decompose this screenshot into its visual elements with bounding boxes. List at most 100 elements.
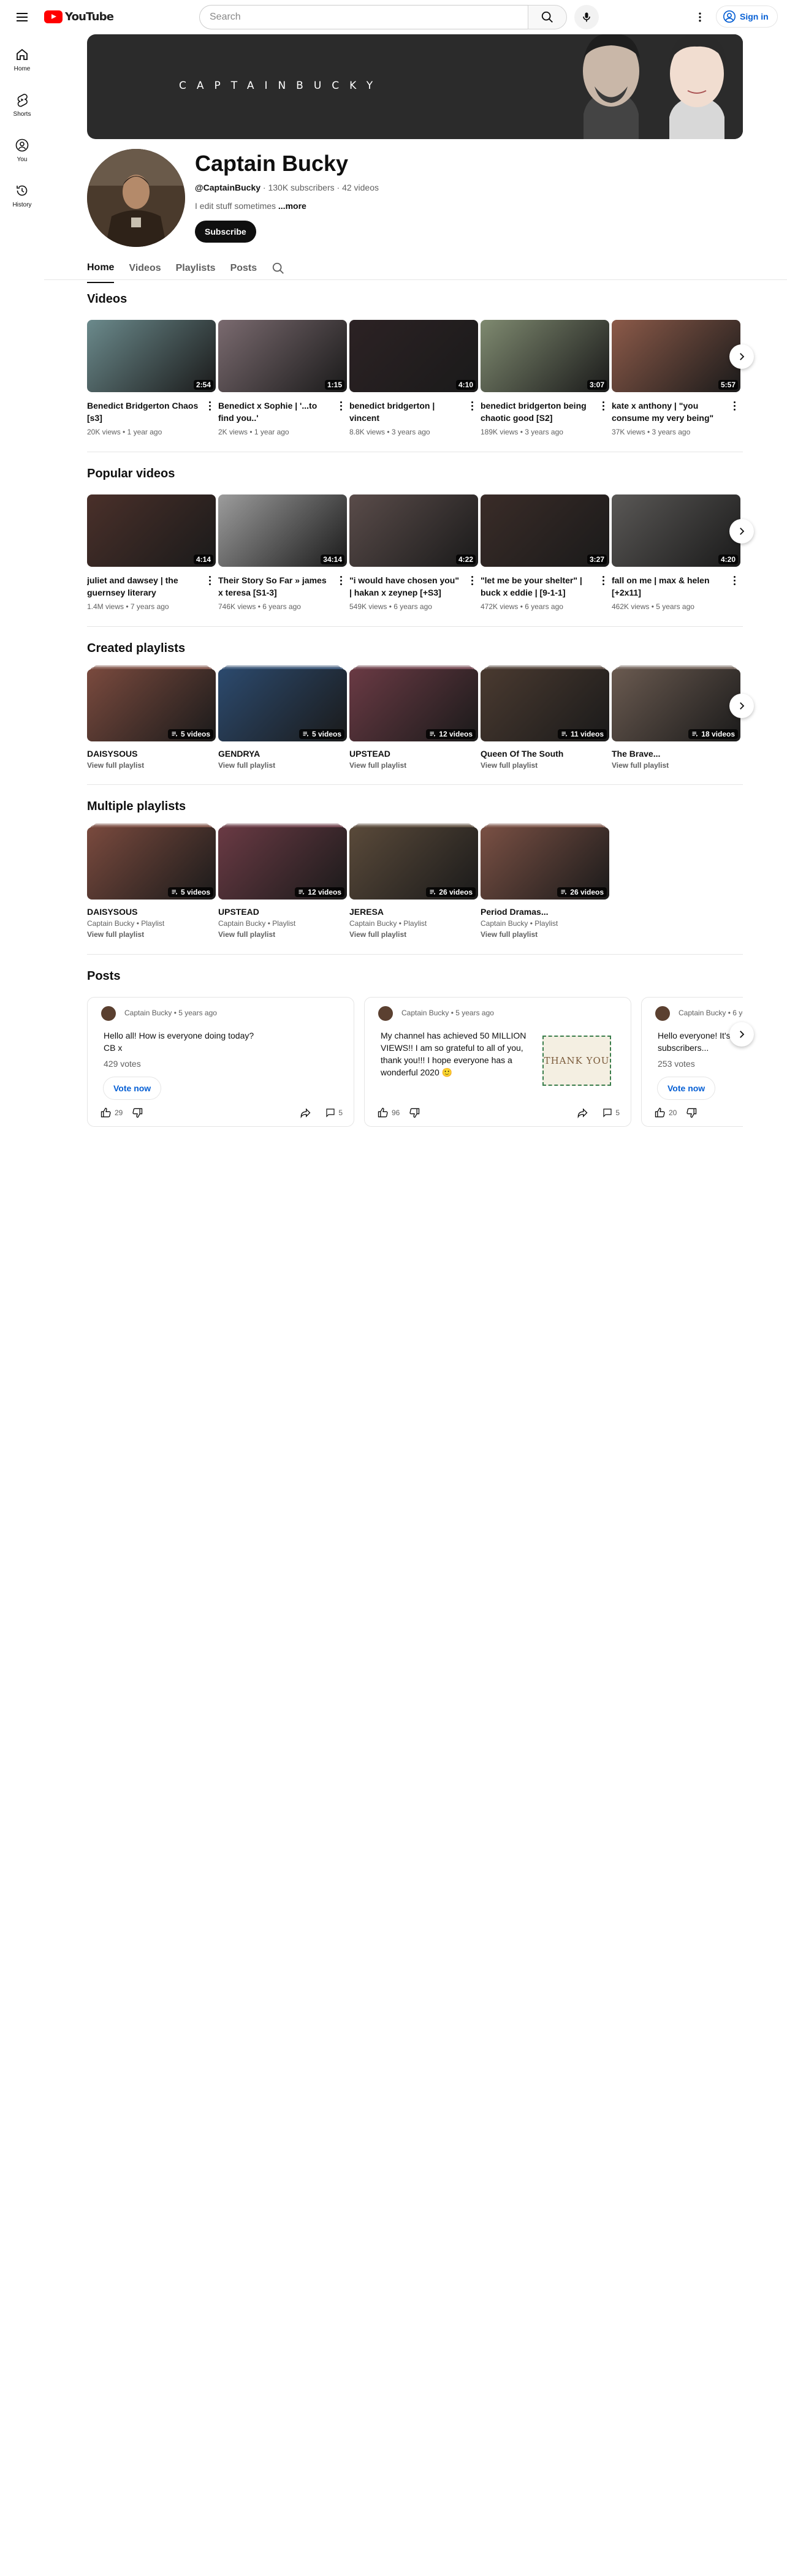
playlist-title[interactable]: DAISYSOUS — [87, 906, 216, 918]
playlist-card[interactable]: 5 videos DAISYSOUS View full playlist — [87, 665, 216, 771]
video-thumbnail[interactable]: 4:20 — [612, 494, 740, 567]
video-thumbnail[interactable]: 2:54 — [87, 320, 216, 392]
like-button[interactable]: 20 — [654, 1107, 677, 1119]
video-menu-icon[interactable] — [335, 398, 347, 413]
like-button[interactable]: 29 — [100, 1107, 123, 1119]
playlist-thumbnail[interactable]: 11 videos — [481, 665, 609, 741]
shelf-next-button[interactable] — [729, 519, 754, 544]
playlist-thumbnail[interactable]: 12 videos — [218, 824, 347, 900]
playlist-title[interactable]: GENDRYA — [218, 748, 347, 760]
video-menu-icon[interactable] — [335, 573, 347, 588]
video-menu-icon[interactable] — [728, 398, 740, 413]
playlist-card[interactable]: 12 videos UPSTEAD View full playlist — [349, 665, 478, 771]
share-button[interactable] — [576, 1107, 588, 1119]
post-author-avatar[interactable] — [101, 1006, 116, 1021]
playlist-title[interactable]: The Brave... — [612, 748, 740, 760]
playlist-card[interactable]: 5 videos DAISYSOUS Captain Bucky • Playl… — [87, 824, 216, 940]
share-button[interactable] — [299, 1107, 311, 1119]
post-image[interactable]: THANK YOU — [542, 1036, 611, 1086]
video-menu-icon[interactable] — [597, 573, 609, 588]
video-card[interactable]: 4:14 juliet and dawsey | the guernsey li… — [87, 494, 216, 612]
guide-item-shorts[interactable]: Shorts — [2, 82, 42, 127]
post-author[interactable]: Captain Bucky • 5 years ago — [401, 1009, 494, 1017]
video-menu-icon[interactable] — [466, 398, 478, 413]
video-title[interactable]: Benedict x Sophie | '...to find you..' — [218, 400, 347, 424]
video-title[interactable]: benedict bridgerton | vincent — [349, 400, 478, 424]
post-author[interactable]: Captain Bucky • 6 years ago — [679, 1009, 743, 1017]
settings-more-button[interactable] — [689, 6, 711, 28]
view-full-playlist-link[interactable]: View full playlist — [481, 760, 609, 771]
video-thumbnail[interactable]: 4:10 — [349, 320, 478, 392]
section-title-popular[interactable]: Popular videos — [87, 467, 175, 481]
video-thumbnail[interactable]: 5:57 — [612, 320, 740, 392]
video-card[interactable]: 34:14 Their Story So Far » james x teres… — [218, 494, 347, 612]
video-menu-icon[interactable] — [203, 398, 216, 413]
description-more[interactable]: ...more — [278, 201, 306, 211]
voice-search-button[interactable] — [574, 5, 599, 29]
tab-playlists[interactable]: Playlists — [176, 254, 216, 283]
playlist-title[interactable]: Queen Of The South — [481, 748, 609, 760]
video-card[interactable]: 2:54 Benedict Bridgerton Chaos [s3] 20K … — [87, 320, 216, 438]
video-thumbnail[interactable]: 34:14 — [218, 494, 347, 567]
video-title[interactable]: Benedict Bridgerton Chaos [s3] — [87, 400, 216, 424]
playlist-card[interactable]: 26 videos JERESA Captain Bucky • Playlis… — [349, 824, 478, 940]
vote-now-button[interactable]: Vote now — [658, 1077, 715, 1099]
menu-icon[interactable] — [12, 7, 32, 27]
post-card[interactable]: Captain Bucky • 6 years ago Hello everyo… — [641, 997, 743, 1127]
view-full-playlist-link[interactable]: View full playlist — [87, 929, 216, 940]
comment-button[interactable]: 5 — [602, 1107, 620, 1118]
video-menu-icon[interactable] — [728, 573, 740, 588]
playlist-thumbnail[interactable]: 5 videos — [218, 665, 347, 741]
playlist-thumbnail[interactable]: 26 videos — [349, 824, 478, 900]
view-full-playlist-link[interactable]: View full playlist — [612, 760, 740, 771]
playlist-card[interactable]: 11 videos Queen Of The South View full p… — [481, 665, 609, 771]
video-title[interactable]: Their Story So Far » james x teresa [S1-… — [218, 574, 347, 599]
search-input[interactable] — [199, 5, 528, 29]
video-title[interactable]: kate x anthony | "you consume my very be… — [612, 400, 740, 424]
dislike-button[interactable] — [131, 1107, 143, 1119]
playlist-thumbnail[interactable]: 26 videos — [481, 824, 609, 900]
video-card[interactable]: 5:57 kate x anthony | "you consume my ve… — [612, 320, 740, 438]
guide-item-history[interactable]: History — [2, 173, 42, 218]
tab-videos[interactable]: Videos — [129, 254, 161, 283]
section-title-multiple-playlists[interactable]: Multiple playlists — [87, 800, 186, 814]
playlist-card[interactable]: 18 videos The Brave... View full playlis… — [612, 665, 740, 771]
video-thumbnail[interactable]: 4:22 — [349, 494, 478, 567]
sign-in-button[interactable]: Sign in — [716, 6, 778, 28]
like-button[interactable]: 96 — [377, 1107, 400, 1119]
section-title-created-playlists[interactable]: Created playlists — [87, 642, 185, 656]
tab-posts[interactable]: Posts — [230, 254, 257, 283]
video-title[interactable]: fall on me | max & helen [+2x11] — [612, 574, 740, 599]
tab-home[interactable]: Home — [87, 254, 115, 283]
playlist-title[interactable]: UPSTEAD — [349, 748, 478, 760]
video-title[interactable]: benedict bridgerton being chaotic good [… — [481, 400, 609, 424]
playlist-card[interactable]: 5 videos GENDRYA View full playlist — [218, 665, 347, 771]
video-thumbnail[interactable]: 3:27 — [481, 494, 609, 567]
video-thumbnail[interactable]: 3:07 — [481, 320, 609, 392]
comment-button[interactable]: 5 — [325, 1107, 343, 1118]
post-card[interactable]: Captain Bucky • 5 years ago My channel h… — [364, 997, 631, 1127]
video-card[interactable]: 4:22 "i would have chosen you" | hakan x… — [349, 494, 478, 612]
section-title-videos[interactable]: Videos — [87, 292, 127, 306]
playlist-thumbnail[interactable]: 12 videos — [349, 665, 478, 741]
video-card[interactable]: 3:27 "let me be your shelter" | buck x e… — [481, 494, 609, 612]
playlist-thumbnail[interactable]: 18 videos — [612, 665, 740, 741]
view-full-playlist-link[interactable]: View full playlist — [218, 929, 347, 940]
tab-search[interactable] — [272, 254, 285, 283]
playlist-thumbnail[interactable]: 5 videos — [87, 665, 216, 741]
playlist-title[interactable]: DAISYSOUS — [87, 748, 216, 760]
vote-now-button[interactable]: Vote now — [104, 1077, 161, 1099]
playlist-card[interactable]: 26 videos Period Dramas... Captain Bucky… — [481, 824, 609, 940]
video-card[interactable]: 4:20 fall on me | max & helen [+2x11] 46… — [612, 494, 740, 612]
video-menu-icon[interactable] — [597, 398, 609, 413]
post-author[interactable]: Captain Bucky • 5 years ago — [124, 1009, 217, 1017]
video-thumbnail[interactable]: 1:15 — [218, 320, 347, 392]
youtube-logo[interactable]: YouTube — [44, 10, 114, 23]
guide-item-home[interactable]: Home — [2, 37, 42, 82]
playlist-thumbnail[interactable]: 5 videos — [87, 824, 216, 900]
guide-item-you[interactable]: You — [2, 127, 42, 173]
post-author-avatar[interactable] — [378, 1006, 393, 1021]
video-card[interactable]: 1:15 Benedict x Sophie | '...to find you… — [218, 320, 347, 438]
dislike-button[interactable] — [408, 1107, 420, 1119]
dislike-button[interactable] — [685, 1107, 698, 1119]
